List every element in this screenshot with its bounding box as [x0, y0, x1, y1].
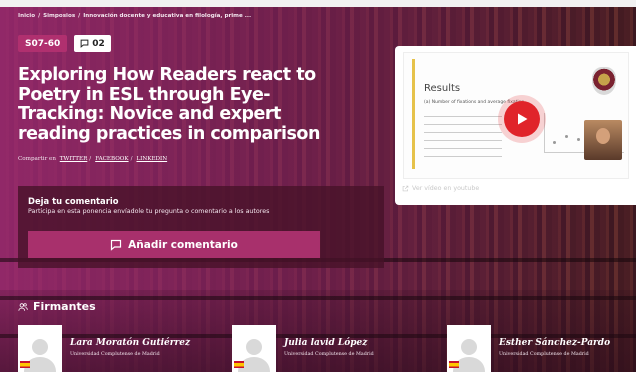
slide-title: Results	[424, 83, 461, 94]
author-affiliation: Universidad Complutense de Madrid	[284, 352, 374, 357]
comment-title: Deja tu comentario	[28, 196, 119, 206]
share-separator: /	[89, 156, 92, 162]
video-thumbnail[interactable]: Results (a) Number of fixations and aver…	[403, 52, 629, 179]
play-icon	[518, 113, 528, 125]
author-affiliation: Universidad Complutense de Madrid	[70, 352, 160, 357]
comments-count: 02	[92, 38, 105, 49]
author-affiliation: Universidad Complutense de Madrid	[499, 352, 589, 357]
breadcrumb-current[interactable]: Innovación docente y educativa en filolo…	[83, 13, 251, 19]
page-title: Exploring How Readers react to Poetry in…	[18, 65, 320, 144]
author-name: Lara Moratón Gutiérrez	[70, 338, 191, 348]
add-comment-button[interactable]: Añadir comentario	[28, 231, 320, 258]
author-name: Julia lavid López	[284, 338, 368, 348]
breadcrumb-simposios[interactable]: Simposios	[43, 13, 75, 19]
youtube-link-label: Ver vídeo en youtube	[412, 185, 480, 192]
avatar	[232, 325, 276, 372]
comment-box: Deja tu comentario Participa en esta pon…	[18, 186, 384, 268]
share-linkedin-link[interactable]: LINKEDIN	[136, 156, 167, 162]
speech-bubble-icon	[111, 239, 122, 251]
share-facebook-link[interactable]: FACEBOOK	[95, 156, 128, 162]
breadcrumb-separator: /	[38, 13, 41, 19]
share-separator: /	[130, 156, 133, 162]
share-links: Compartir en TWITTER / FACEBOOK / LINKEDIN	[18, 156, 167, 162]
university-crest-icon	[592, 67, 616, 95]
youtube-link[interactable]: Ver vídeo en youtube	[402, 185, 479, 192]
share-twitter-link[interactable]: TWITTER	[60, 156, 88, 162]
comment-description: Participa en esta ponencia envíadole tu …	[28, 208, 270, 215]
top-bar	[0, 0, 636, 7]
spain-flag-icon	[234, 361, 244, 368]
avatar	[447, 325, 491, 372]
users-icon	[18, 302, 28, 311]
signers-heading-label: Firmantes	[33, 300, 96, 313]
comments-count-badge[interactable]: 02	[74, 35, 111, 52]
signers-heading: Firmantes	[18, 300, 96, 313]
breadcrumb-home[interactable]: Inicio	[18, 13, 35, 19]
spain-flag-icon	[20, 361, 30, 368]
author-name: Esther Sánchez-Pardo	[499, 338, 611, 348]
session-code-badge: S07-60	[18, 35, 68, 52]
slide-accent-bar	[412, 59, 415, 169]
speaker-thumbnail	[584, 120, 622, 160]
share-label: Compartir en	[18, 156, 56, 162]
speech-bubble-icon	[80, 39, 89, 48]
video-card: Results (a) Number of fixations and aver…	[395, 46, 636, 205]
slide-table	[424, 109, 502, 157]
avatar	[18, 325, 62, 372]
badges: S07-60 02	[18, 35, 111, 52]
breadcrumb: Inicio / Simposios / Innovación docente y ed…	[18, 13, 251, 19]
add-comment-label: Añadir comentario	[128, 238, 238, 251]
spain-flag-icon	[449, 361, 459, 368]
external-link-icon	[402, 185, 409, 192]
play-button[interactable]	[504, 101, 540, 137]
breadcrumb-separator: /	[78, 13, 81, 19]
